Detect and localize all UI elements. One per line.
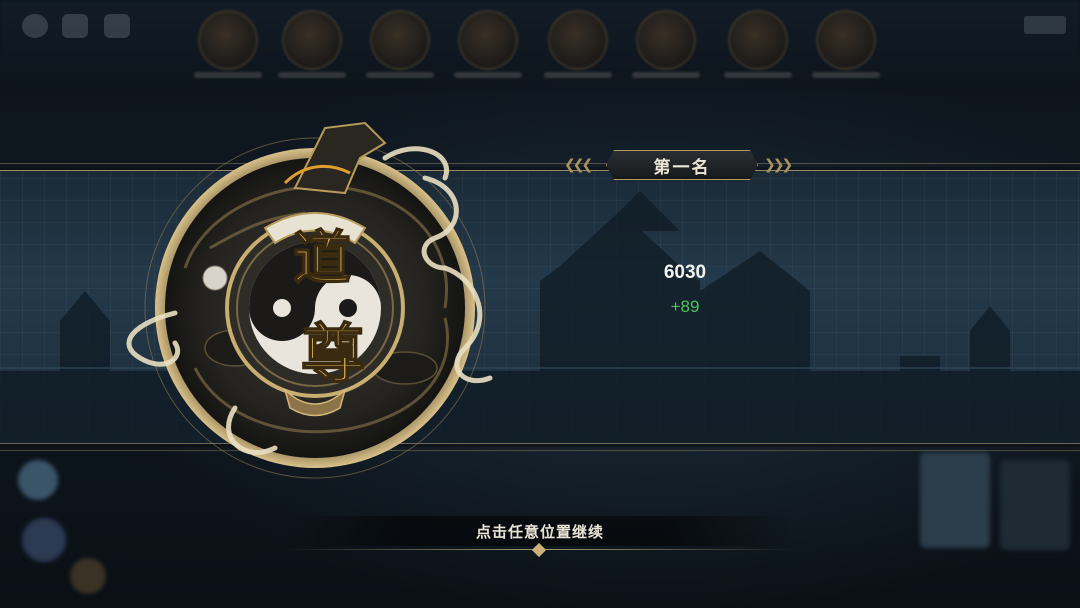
chevron-left-icon: ❮❮❮ xyxy=(564,157,593,173)
skill-icon xyxy=(22,518,66,562)
continue-text: 点击任意位置继续 xyxy=(475,523,604,541)
rank-label: 第一名 xyxy=(653,157,711,178)
chevron-right-icon: ❯❯❯ xyxy=(764,157,793,173)
skill-icon xyxy=(70,558,106,594)
rank-plate: 第一名 xyxy=(606,150,758,180)
mail-icon[interactable] xyxy=(104,14,130,38)
player-avatar xyxy=(278,10,346,78)
player-avatar xyxy=(366,10,434,78)
score-delta: +89 xyxy=(670,297,700,316)
settings-icon[interactable] xyxy=(22,14,48,38)
skill-icon xyxy=(18,460,58,500)
chat-icon[interactable] xyxy=(62,14,88,38)
emblem-char-1: 道 xyxy=(293,224,351,292)
score-value: 6030 xyxy=(663,262,707,283)
player-avatar xyxy=(724,10,792,78)
top-player-bar xyxy=(0,0,1080,92)
card-preview xyxy=(1000,460,1070,550)
player-avatar xyxy=(812,10,880,78)
player-avatar xyxy=(194,10,262,78)
rank-badge: ❮❮❮ 第一名 ❯❯❯ xyxy=(560,150,806,180)
card-preview xyxy=(920,452,990,548)
player-avatar xyxy=(632,10,700,78)
emblem-char-2: 尊 xyxy=(301,317,365,392)
top-right-button xyxy=(1024,16,1066,34)
player-avatar xyxy=(544,10,612,78)
player-avatar xyxy=(454,10,522,78)
continue-prompt[interactable]: 点击任意位置继续 xyxy=(284,516,796,558)
dragon-emblem: 道 尊 xyxy=(126,121,493,479)
